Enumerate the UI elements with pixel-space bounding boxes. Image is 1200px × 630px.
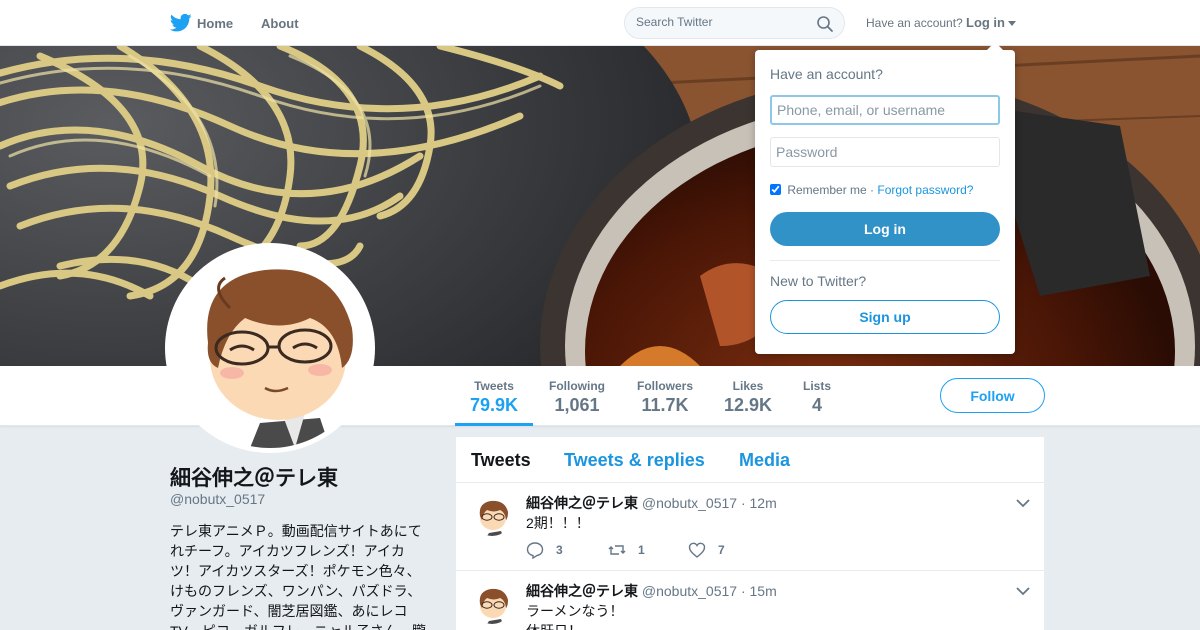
search-input[interactable] bbox=[636, 15, 806, 29]
stat-followers[interactable]: Followers 11.7K bbox=[630, 366, 700, 426]
stat-label: Tweets bbox=[474, 379, 514, 393]
tweet-text: ラーメンなう！ 休肝日！ bbox=[526, 601, 623, 630]
have-account-label: Have an account? bbox=[866, 16, 963, 30]
stat-label: Lists bbox=[802, 379, 831, 393]
tweet-author-handle[interactable]: @nobutx_0517 bbox=[642, 495, 737, 511]
tweet-actions: 3 1 7 bbox=[526, 541, 826, 561]
login-menu-toggle[interactable]: Log in bbox=[966, 15, 1005, 30]
tab-media[interactable]: Media bbox=[739, 450, 790, 471]
stat-tweets[interactable]: Tweets 79.9K bbox=[455, 366, 533, 426]
top-navigation-bar: Home About Have an account? Log in bbox=[0, 0, 1200, 46]
username-field[interactable] bbox=[770, 95, 1000, 125]
tweet-author-name[interactable]: 細谷伸之＠テレ東 bbox=[526, 495, 638, 511]
new-to-twitter-label: New to Twitter? bbox=[770, 273, 867, 289]
caret-down-icon[interactable] bbox=[1008, 21, 1016, 26]
tweet-header: 細谷伸之＠テレ東 @nobutx_0517 · 12m bbox=[526, 493, 777, 513]
login-dropdown: Have an account? Remember me · Forgot pa… bbox=[755, 42, 1015, 354]
timeline: Tweets Tweets & replies Media 細谷伸之＠テレ東 @… bbox=[456, 437, 1044, 630]
remember-me-checkbox[interactable] bbox=[770, 184, 781, 195]
tweet-avatar[interactable] bbox=[472, 584, 512, 624]
profile-name: 細谷伸之＠テレ東 bbox=[170, 467, 338, 490]
follow-button[interactable]: Follow bbox=[940, 378, 1045, 413]
avatar-image bbox=[170, 248, 370, 448]
tweet-item[interactable]: 細谷伸之＠テレ東 @nobutx_0517 · 12m 2期！！！ 3 1 7 bbox=[456, 483, 1044, 571]
tweet-text: 2期！！！ bbox=[526, 515, 590, 531]
like-count: 7 bbox=[718, 543, 725, 557]
timeline-tabs: Tweets Tweets & replies Media bbox=[456, 437, 1044, 483]
stat-value: 11.7K bbox=[641, 395, 689, 415]
tweet-author-handle[interactable]: @nobutx_0517 bbox=[642, 583, 737, 599]
stat-value: 1,061 bbox=[554, 395, 600, 415]
tweet-author-name[interactable]: 細谷伸之＠テレ東 bbox=[526, 583, 638, 599]
tweet-header: 細谷伸之＠テレ東 @nobutx_0517 · 15m bbox=[526, 581, 777, 601]
password-field[interactable] bbox=[770, 137, 1000, 167]
tweet-text-line: ラーメンなう！ bbox=[526, 603, 624, 619]
stat-value: 12.9K bbox=[723, 395, 773, 415]
divider bbox=[770, 260, 1000, 261]
tweet-timestamp[interactable]: · 15m bbox=[741, 583, 777, 599]
retweet-count: 1 bbox=[638, 543, 645, 557]
tweet-item[interactable]: 細谷伸之＠テレ東 @nobutx_0517 · 15m ラーメンなう！ 休肝日！ bbox=[456, 571, 1044, 630]
stat-value: 4 bbox=[811, 395, 822, 415]
separator-dot: · bbox=[870, 183, 875, 197]
reply-count: 3 bbox=[556, 543, 563, 557]
retweet-icon bbox=[608, 545, 626, 555]
nav-about-link[interactable]: About bbox=[261, 16, 299, 31]
tweet-avatar[interactable] bbox=[472, 496, 512, 536]
stat-following[interactable]: Following 1,061 bbox=[541, 366, 613, 426]
stat-likes[interactable]: Likes 12.9K bbox=[718, 366, 778, 426]
heart-icon bbox=[688, 542, 706, 558]
profile-bio: テレ東アニメＰ。動画配信サイトあにてれチーフ。アイカツフレンズ！アイカツ！アイカ… bbox=[170, 523, 426, 630]
stat-label: Likes bbox=[732, 379, 764, 393]
twitter-bird-icon[interactable] bbox=[170, 13, 192, 33]
reply-icon bbox=[526, 542, 544, 559]
nav-home-link[interactable]: Home bbox=[197, 16, 233, 31]
profile-avatar[interactable] bbox=[165, 243, 375, 453]
dropdown-arrow bbox=[987, 42, 1003, 50]
tweet-text-line: 休肝日！ bbox=[526, 621, 623, 630]
search-box[interactable] bbox=[624, 7, 845, 39]
signup-button[interactable]: Sign up bbox=[770, 300, 1000, 334]
forgot-password-link[interactable]: Forgot password? bbox=[877, 183, 973, 197]
chevron-down-icon[interactable] bbox=[1016, 498, 1030, 508]
stat-label: Followers bbox=[636, 379, 693, 393]
tab-tweets[interactable]: Tweets bbox=[471, 450, 531, 471]
dropdown-title: Have an account? bbox=[770, 66, 883, 82]
chevron-down-icon[interactable] bbox=[1016, 586, 1030, 596]
search-icon[interactable] bbox=[816, 15, 834, 33]
remember-me-label[interactable]: Remember me bbox=[787, 183, 866, 197]
login-button[interactable]: Log in bbox=[770, 212, 1000, 246]
stat-label: Following bbox=[549, 379, 605, 393]
tweet-timestamp[interactable]: · 12m bbox=[741, 495, 777, 511]
stat-value: 79.9K bbox=[469, 395, 519, 415]
tab-tweets-and-replies[interactable]: Tweets & replies bbox=[564, 450, 705, 471]
remember-row: Remember me · Forgot password? bbox=[770, 183, 973, 197]
profile-handle[interactable]: @nobutx_0517 bbox=[170, 491, 265, 507]
stat-lists[interactable]: Lists 4 bbox=[797, 366, 837, 426]
